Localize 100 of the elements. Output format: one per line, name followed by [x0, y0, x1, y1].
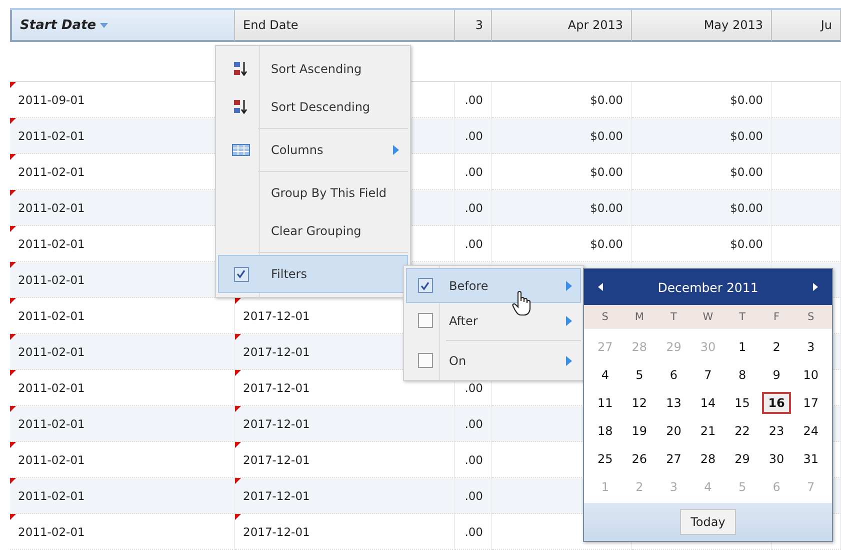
- checkbox[interactable]: [234, 266, 248, 282]
- menu-item[interactable]: Clear Grouping: [218, 212, 408, 250]
- cell-text: 2011-09-01: [18, 92, 85, 106]
- calendar-day[interactable]: 22: [730, 421, 755, 441]
- cell-text: 2011-02-01: [18, 128, 85, 142]
- calendar-day[interactable]: 13: [661, 393, 686, 413]
- checkbox[interactable]: [418, 313, 432, 328]
- calendar-day[interactable]: 31: [798, 449, 824, 469]
- menu-item[interactable]: Sort Ascending: [218, 50, 408, 88]
- cell-text: 2017-12-01: [243, 308, 310, 322]
- cell-text: 2011-02-01: [18, 200, 85, 214]
- weekday-label: F: [772, 311, 781, 323]
- weekday-label: T: [738, 311, 746, 323]
- cell-text: $0.00: [730, 200, 763, 214]
- submenu-arrow-icon: [566, 356, 572, 366]
- menu-item[interactable]: Sort Descending: [218, 88, 408, 126]
- cell-text: .00: [464, 164, 483, 178]
- column-header[interactable]: May 2013: [632, 10, 772, 42]
- calendar-day[interactable]: 28: [695, 449, 721, 469]
- left-arrow-icon: [598, 283, 603, 291]
- cell-text: 2011-02-01: [18, 344, 85, 358]
- calendar-day[interactable]: 12: [626, 393, 652, 413]
- checkbox[interactable]: [418, 278, 432, 293]
- menu-item[interactable]: On: [406, 343, 581, 378]
- column-header[interactable]: 3: [455, 10, 492, 42]
- column-header[interactable]: Ju: [772, 10, 841, 42]
- checkbox[interactable]: [418, 353, 432, 368]
- weekday-label: S: [806, 311, 816, 323]
- weekday-label: S: [600, 311, 610, 323]
- calendar-day[interactable]: 14: [695, 393, 721, 413]
- cell-text: 2011-02-01: [18, 524, 85, 538]
- right-arrow-icon: [812, 283, 818, 291]
- cell-text: 2011-02-01: [18, 308, 85, 322]
- calendar-day[interactable]: 18: [592, 421, 618, 441]
- submenu-arrow-icon: [393, 145, 399, 155]
- cell-text: 2011-02-01: [18, 236, 85, 250]
- menu-item[interactable]: Group By This Field: [218, 174, 408, 212]
- calendar-day[interactable]: 19: [626, 421, 652, 441]
- hand-cursor-icon: [512, 290, 532, 316]
- cell-text: 2017-12-01: [243, 380, 310, 394]
- columns-icon: [232, 144, 250, 156]
- calendar-day[interactable]: 29: [730, 449, 755, 469]
- submenu-arrow-icon: [566, 316, 572, 326]
- calendar-day[interactable]: 25: [592, 449, 618, 469]
- calendar-day[interactable]: 1: [733, 337, 752, 357]
- calendar-day[interactable]: 2: [768, 337, 786, 357]
- cell-text: .00: [464, 92, 483, 106]
- column-header[interactable]: Start Date: [10, 10, 235, 42]
- cell-text: 2011-02-01: [18, 416, 85, 430]
- calendar-day[interactable]: 21: [695, 421, 721, 441]
- calendar-day[interactable]: 30: [764, 449, 790, 469]
- calendar-day[interactable]: 27: [661, 449, 686, 469]
- calendar-day[interactable]: 24: [798, 421, 824, 441]
- cell-text: $0.00: [730, 92, 763, 106]
- calendar-day[interactable]: 10: [798, 365, 824, 385]
- cell-text: 2017-12-01: [243, 524, 310, 538]
- cell-text: .00: [464, 488, 483, 502]
- today-button[interactable]: Today: [680, 509, 736, 535]
- menu-item[interactable]: Columns: [218, 131, 408, 169]
- cell-text: .00: [464, 416, 483, 430]
- weekday-label: M: [634, 311, 645, 323]
- cell-text: .00: [464, 380, 483, 394]
- cell-text: $0.00: [590, 164, 623, 178]
- sort-descending-icon: [233, 99, 249, 115]
- cell-text: $0.00: [590, 236, 623, 250]
- sort-ascending-icon: [233, 61, 249, 77]
- cell-text: 2017-12-01: [243, 452, 310, 466]
- menu-item[interactable]: Filters: [218, 255, 408, 293]
- calendar-day[interactable]: 9: [768, 365, 786, 385]
- cell-text: 2017-12-01: [243, 416, 310, 430]
- calendar-day[interactable]: 4: [596, 365, 614, 385]
- calendar-day[interactable]: 6: [664, 365, 683, 385]
- cell-text: 2011-02-01: [18, 452, 85, 466]
- weekday-label: W: [702, 311, 714, 323]
- calendar-day[interactable]: 23: [764, 421, 790, 441]
- column-header[interactable]: Apr 2013: [492, 10, 632, 42]
- cell-text: $0.00: [590, 200, 623, 214]
- cell-text: 2011-02-01: [18, 380, 85, 394]
- cell-text: $0.00: [730, 128, 763, 142]
- cell-text: .00: [464, 200, 483, 214]
- cell-text: .00: [464, 524, 483, 538]
- calendar-day[interactable]: 17: [798, 393, 824, 413]
- calendar-day[interactable]: 8: [733, 365, 752, 385]
- month-title[interactable]: December 2011: [658, 280, 758, 294]
- menu-item[interactable]: Before: [406, 268, 581, 303]
- calendar-day[interactable]: 26: [626, 449, 652, 469]
- calendar-day[interactable]: 15: [730, 393, 755, 413]
- cell-text: 2017-12-01: [243, 344, 310, 358]
- column-header[interactable]: End Date: [235, 10, 455, 42]
- calendar-day[interactable]: 20: [661, 421, 686, 441]
- calendar-day[interactable]: 16: [762, 392, 791, 414]
- cell-text: .00: [464, 452, 483, 466]
- calendar-day[interactable]: 11: [592, 393, 618, 413]
- calendar-day[interactable]: 7: [699, 365, 717, 385]
- calendar-day[interactable]: 3: [802, 337, 820, 357]
- submenu-arrow-icon: [566, 280, 572, 290]
- menu-item[interactable]: After: [406, 303, 581, 338]
- calendar-day[interactable]: 5: [630, 365, 648, 385]
- cell-text: 2011-02-01: [18, 164, 85, 178]
- cell-text: 2011-02-01: [18, 272, 85, 286]
